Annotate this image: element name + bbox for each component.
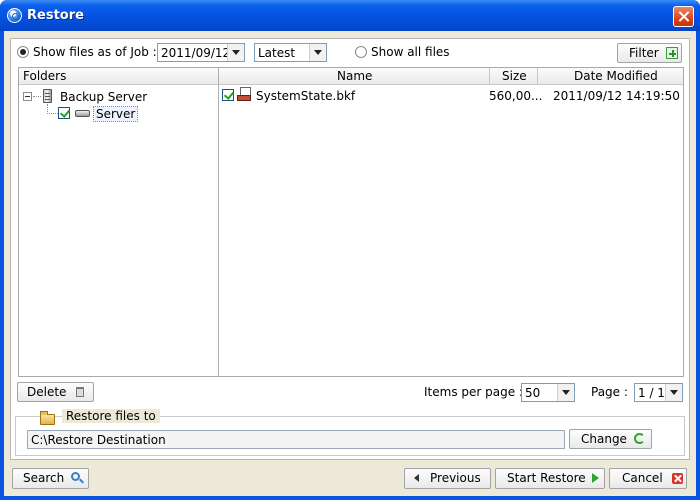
page-label: Page :	[591, 385, 628, 399]
size-column-label: Size	[502, 69, 527, 83]
search-button[interactable]: Search	[12, 468, 89, 489]
pane-splitter[interactable]	[218, 68, 219, 376]
restore-path-value: C:\Restore Destination	[31, 433, 166, 447]
job-version-value: Latest	[258, 46, 296, 60]
items-per-page-value: 50	[525, 386, 541, 400]
cancel-button[interactable]: Cancel	[609, 468, 687, 489]
open-folder-icon	[40, 411, 55, 425]
backup-file-icon	[237, 87, 252, 102]
items-per-page-label: Items per page :	[424, 385, 523, 399]
job-date-value: 2011/09/12	[161, 46, 231, 60]
date-modified-column-label: Date Modified	[574, 69, 658, 83]
tree-collapse-icon[interactable]	[23, 92, 32, 101]
arrow-left-icon	[414, 474, 419, 482]
window-title: Restore	[27, 8, 84, 23]
show-files-as-of-job-label: Show files as of Job :	[33, 45, 157, 59]
size-column-header[interactable]: Size	[490, 68, 538, 85]
tree-item-backup-server[interactable]: Backup Server	[60, 90, 147, 104]
file-name-cell[interactable]: SystemState.bkf	[256, 89, 355, 103]
page-select[interactable]: 1 / 1	[634, 383, 683, 402]
items-per-page-select[interactable]: 50	[521, 383, 575, 402]
folders-header: Folders	[19, 68, 219, 85]
cancel-button-label: Cancel	[622, 471, 663, 485]
cancel-icon	[672, 473, 683, 484]
drive-icon	[75, 110, 90, 117]
previous-button-label: Previous	[430, 471, 481, 485]
file-size-cell: 560,00...	[489, 89, 543, 103]
dialog-body: Show files as of Job : 2011/09/12 Latest…	[4, 31, 696, 496]
play-icon	[592, 473, 599, 483]
chevron-down-icon[interactable]	[309, 44, 326, 61]
restore-destination-group: Restore files to C:\Restore Destination …	[15, 409, 685, 456]
tree-item-server[interactable]: Server	[93, 106, 139, 122]
delete-button[interactable]: Delete	[17, 382, 94, 402]
change-button[interactable]: Change	[569, 429, 652, 449]
browser-panes: Folders Name Size Date Modified Backup S…	[18, 67, 684, 377]
chevron-down-icon[interactable]	[665, 384, 682, 401]
page-value: 1 / 1	[638, 386, 665, 400]
show-all-files-label: Show all files	[371, 45, 450, 59]
tree-connector	[47, 113, 58, 114]
chevron-down-icon[interactable]	[227, 44, 244, 61]
restore-app-icon	[7, 8, 22, 23]
restore-window: Restore Show files as of Job : 2011/09/1…	[0, 0, 700, 500]
job-version-select[interactable]: Latest	[254, 43, 327, 62]
folders-header-label: Folders	[23, 69, 67, 83]
file-date-modified-cell: 2011/09/12 14:19:50	[553, 89, 680, 103]
change-button-label: Change	[581, 432, 627, 446]
title-bar[interactable]: Restore	[0, 0, 700, 31]
start-restore-button-label: Start Restore	[507, 471, 586, 485]
add-filter-icon	[666, 47, 678, 59]
refresh-icon	[634, 433, 645, 444]
search-icon	[71, 472, 80, 481]
file-browser-panel: Show files as of Job : 2011/09/12 Latest…	[10, 38, 690, 460]
filter-button[interactable]: Filter	[617, 43, 682, 63]
start-restore-button[interactable]: Start Restore	[495, 468, 605, 489]
close-icon[interactable]	[673, 6, 694, 27]
show-files-as-of-job-radio[interactable]	[17, 46, 29, 58]
trash-icon	[76, 387, 84, 397]
name-column-header[interactable]: Name	[219, 68, 490, 85]
previous-button[interactable]: Previous	[404, 468, 491, 489]
restore-files-to-legend: Restore files to	[62, 409, 160, 423]
search-button-label: Search	[23, 471, 65, 485]
delete-button-label: Delete	[27, 385, 67, 399]
job-date-select[interactable]: 2011/09/12	[157, 43, 245, 62]
restore-path-field[interactable]: C:\Restore Destination	[27, 430, 565, 449]
server-checkbox[interactable]	[58, 107, 70, 119]
filter-button-label: Filter	[629, 46, 659, 60]
server-icon	[43, 89, 52, 103]
chevron-down-icon[interactable]	[557, 384, 574, 401]
file-row-checkbox[interactable]	[222, 89, 234, 101]
tree-connector	[33, 96, 41, 97]
show-all-files-radio[interactable]	[355, 46, 367, 58]
name-column-label: Name	[337, 69, 373, 83]
date-modified-column-header[interactable]: Date Modified	[538, 68, 683, 85]
